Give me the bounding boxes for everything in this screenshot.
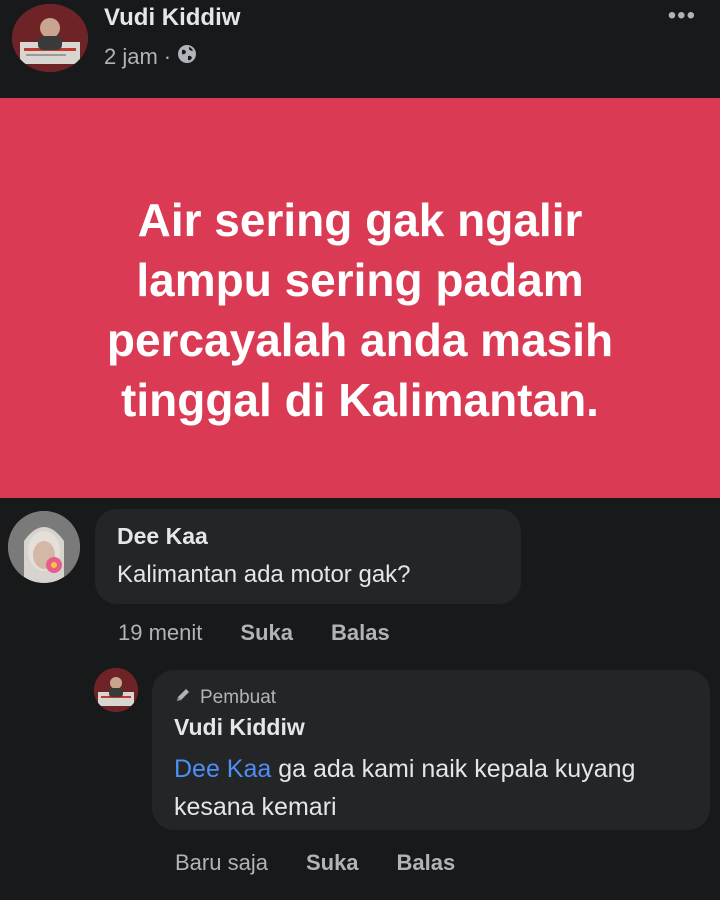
reply-time[interactable]: Baru saja	[175, 850, 268, 876]
comment-author-name[interactable]: Dee Kaa	[117, 523, 208, 550]
reply-author-name[interactable]: Vudi Kiddiw	[174, 714, 305, 741]
author-avatar[interactable]	[12, 4, 88, 72]
comment-bubble: Dee Kaa Kalimantan ada motor gak?	[95, 509, 521, 604]
globe-icon	[177, 44, 197, 70]
reply-actions: Baru saja Suka Balas	[175, 850, 455, 876]
mention-link[interactable]: Dee Kaa	[174, 755, 271, 783]
post-author-name[interactable]: Vudi Kiddiw	[104, 4, 240, 32]
banner-line: Air sering gak ngalir	[137, 194, 583, 246]
post-header: Vudi Kiddiw 2 jam · •••	[0, 0, 720, 98]
comment-reply-button[interactable]: Balas	[331, 620, 390, 646]
comment-like-button[interactable]: Suka	[240, 620, 293, 646]
more-options-icon[interactable]: •••	[668, 2, 696, 30]
banner-line: tinggal di Kalimantan.	[121, 374, 599, 426]
comment-time[interactable]: 19 menit	[118, 620, 202, 646]
banner-line: percayalah anda masih	[106, 314, 614, 366]
author-badge: Pembuat	[174, 686, 276, 710]
pencil-icon	[174, 686, 192, 710]
author-badge-label: Pembuat	[200, 687, 277, 708]
commenter-avatar[interactable]	[8, 511, 80, 583]
post-banner: Air sering gak ngalir lampu sering padam…	[0, 98, 720, 498]
reply-bubble: Pembuat Vudi Kiddiw Dee Kaa ga ada kami …	[152, 670, 710, 830]
post-meta: 2 jam ·	[104, 44, 197, 70]
banner-text: Air sering gak ngalir lampu sering padam…	[107, 190, 613, 430]
comment-actions: 19 menit Suka Balas	[118, 620, 390, 646]
reply-reply-button[interactable]: Balas	[397, 850, 456, 876]
meta-separator: ·	[163, 44, 172, 69]
reply-author-avatar[interactable]	[94, 668, 138, 712]
reply-like-button[interactable]: Suka	[306, 850, 359, 876]
reply-text: Dee Kaa ga ada kami naik kepala kuyang k…	[174, 750, 694, 826]
comment-text: Kalimantan ada motor gak?	[117, 561, 411, 588]
facebook-post-screen: Vudi Kiddiw 2 jam · ••• Air sering gak n…	[0, 0, 720, 900]
post-time[interactable]: 2 jam	[104, 44, 158, 70]
banner-line: lampu sering padam	[136, 254, 584, 306]
